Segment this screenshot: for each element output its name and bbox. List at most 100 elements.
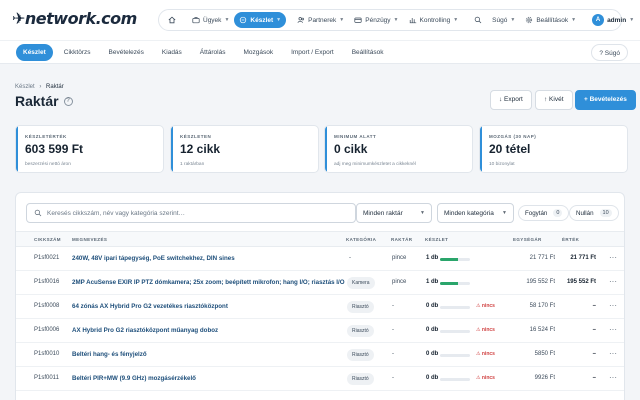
row-value: – [592,375,596,381]
breadcrumb-current: Raktár [46,84,64,90]
nav-keszlet[interactable]: Készlet ▼ [234,12,287,28]
export-button[interactable]: ↓ Export [490,90,532,110]
col-warehouse[interactable]: RAKTÁR [391,237,412,242]
tab-7[interactable]: Beállítások [345,44,391,61]
more-actions-icon[interactable]: ··· [609,373,617,382]
bevetelezes-button[interactable]: + Bevételezés [575,90,636,110]
row-warehouse: pince [392,255,407,261]
nav-partnerek[interactable]: Partnerek ▼ [292,12,349,28]
row-qty: 0 db [426,327,439,333]
row-unit-price: 16 524 Ft [529,327,555,333]
stat-card: KÉSZLETEN 12 cikk 1 raktárban [170,125,319,173]
category-select[interactable]: Minden kategória ▼ [437,203,514,223]
more-actions-icon[interactable]: ··· [609,325,617,334]
row-value: 195 552 Ft [566,279,596,285]
table-row[interactable]: P1sf0016 2MP AcuSense EXIR IP PTZ dómkame… [16,271,624,295]
row-category: Riasztó [347,301,374,313]
row-name[interactable]: 240W, 48V ipari tápegység, PoE switchekh… [72,255,235,262]
nav-sugo[interactable]: Súgó ▼ [487,12,520,28]
more-actions-icon[interactable]: ··· [609,277,617,286]
col-sku[interactable]: CIKKSZÁM [34,237,61,242]
breadcrumb: Készlet › Raktár [15,84,64,90]
col-name[interactable]: MEGNEVEZÉS [72,237,107,242]
chevron-down-icon: ▼ [629,17,635,23]
col-stock[interactable]: KÉSZLET [425,237,448,242]
tab-2[interactable]: Bevételezés [102,44,151,61]
chevron-down-icon: ▼ [393,17,399,23]
table-row[interactable]: P1sf0008 64 zónás AX Hybrid Pro G2 vezeté… [16,295,624,319]
row-name[interactable]: 2MP AcuSense EXIR IP PTZ dómkamera; 25x … [72,279,345,286]
breadcrumb-root[interactable]: Készlet [15,84,35,90]
row-value: 21 771 Ft [570,255,596,261]
nav-beallitasok[interactable]: Beállítások ▼ [520,12,581,28]
row-warehouse: - [392,351,394,357]
row-name[interactable]: AX Hybrid Pro G2 riasztóközpont műanyag … [72,327,218,334]
inventory-panel: Keresés cikkszám, név vagy kategória sze… [15,192,625,400]
chevron-down-icon: ▼ [224,17,230,23]
chevron-down-icon: ▼ [339,17,345,23]
stat-sub: 1 raktárban [180,162,205,167]
wallet-icon [354,17,362,23]
stat-label: MOZGÁS (30 NAP) [489,134,537,139]
user-menu[interactable]: A admin ▼ [587,12,639,28]
table-row[interactable]: P1sf0006 AX Hybrid Pro G2 riasztóközpont … [16,319,624,343]
help-button[interactable]: ? Súgó [591,44,628,61]
stock-bar [440,354,470,357]
search-input[interactable]: Keresés cikkszám, név vagy kategória sze… [26,203,356,223]
tab-3[interactable]: Kiadás [155,44,189,61]
more-actions-icon[interactable]: ··· [609,253,617,262]
nav-home[interactable] [163,12,181,28]
chip-nullan-label: Nullán [576,209,594,217]
stat-sub: adj meg minimumkészletet a cikkeknél [334,162,416,167]
nav-sugo-label: Súgó [492,16,508,24]
stock-bar [440,306,470,309]
more-actions-icon[interactable]: ··· [609,349,617,358]
filter-chip-fogyo[interactable]: Fogytán 0 [518,205,570,221]
col-value[interactable]: ÉRTÉK [562,237,579,242]
stat-card: MOZGÁS (30 NAP) 20 tétel 10 bizonylat [479,125,628,173]
tab-1[interactable]: Cikktörzs [57,44,98,61]
tab-list: Készlet Cikktörzs Bevételezés Kiadás Áttárol… [16,44,391,61]
chevron-down-icon: ▼ [571,17,577,23]
chevron-down-icon: ▼ [453,17,459,23]
row-name[interactable]: Beltéri hang- és fényjelző [72,351,147,358]
stock-bar [440,282,470,285]
table-row[interactable]: P1sf0021 240W, 48V ipari tápegység, PoE s… [16,247,624,271]
more-actions-icon[interactable]: ··· [609,301,617,310]
stat-card: MINIMUM ALATT 0 cikk adj meg minimumkészle… [324,125,473,173]
warning-icon: ⚠ [476,351,481,357]
home-icon [168,16,176,24]
filter-chip-nullan[interactable]: Nullán 10 [569,205,619,221]
kivet-button[interactable]: ↑ Kivét [535,90,573,110]
col-unit-price[interactable]: EGYSÉGÁR [513,237,542,242]
stat-label: KÉSZLETEN [180,134,212,139]
table-row[interactable]: P1sf0011 Beltéri PIR+MW (9.9 GHz) mozgásé… [16,367,624,391]
help-circle-icon[interactable]: ? [63,96,73,106]
stock-bar [440,378,470,381]
brand-logo[interactable]: ✈network.com [12,9,137,28]
search-icon [34,209,42,217]
chip-fogyo-count: 0 [553,209,563,217]
col-category[interactable]: KATEGÓRIA [346,237,376,242]
row-name[interactable]: Beltéri PIR+MW (9.9 GHz) mozgásérzékelő [72,375,196,382]
row-name[interactable]: 64 zónás AX Hybrid Pro G2 vezetékes rias… [72,303,228,310]
page-title: Raktár [15,93,59,109]
search-icon [474,16,482,24]
nav-search[interactable] [469,12,487,28]
tab-0[interactable]: Készlet [16,44,53,61]
nav-penzugy[interactable]: Pénzügy ▼ [349,12,403,28]
row-qty: 0 db [426,375,439,381]
chevron-down-icon: ▼ [276,17,282,23]
nav-kontrolling[interactable]: Kontrolling ▼ [404,12,464,28]
tab-5[interactable]: Mozgások [236,44,280,61]
tab-6[interactable]: Import / Export [284,44,341,61]
row-category: - [349,255,351,261]
stat-sub: beszerzési nettó áron [25,162,71,167]
tab-4[interactable]: Áttárolás [193,44,233,61]
warning-icon: ⚠ [476,327,481,333]
nav-ugyek[interactable]: Ügyek ▼ [187,12,234,28]
warehouse-select[interactable]: Minden raktár ▼ [356,203,432,223]
row-unit-price: 58 170 Ft [529,303,555,309]
table-row[interactable]: P1sf0010 Beltéri hang- és fényjelző Riaszt… [16,343,624,367]
stock-warning-label: nincs [481,375,495,381]
